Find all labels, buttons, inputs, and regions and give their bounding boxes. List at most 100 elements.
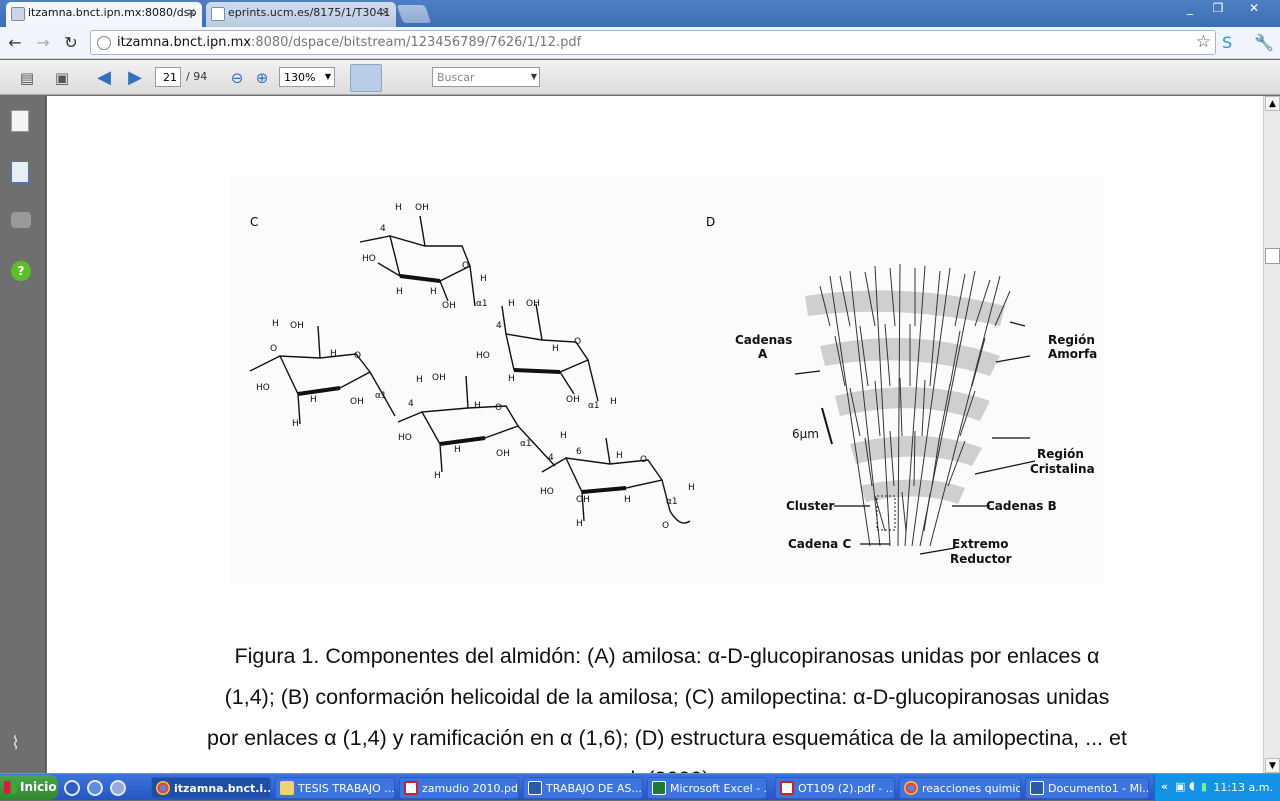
help-icon[interactable]: ? xyxy=(11,261,31,281)
page-number-input[interactable]: 21 xyxy=(155,67,181,87)
save-icon[interactable]: ▣ xyxy=(51,67,73,89)
fit-width-button[interactable] xyxy=(350,64,382,92)
pdf-toolbar: ▤ ▣ ◀ ▶ 21 / 94 ⊖ ⊕ 130% ▼ Buscar ▼ xyxy=(0,60,1280,95)
previous-page-icon[interactable]: ◀ xyxy=(93,67,115,89)
task-label: Documento1 - Mi... xyxy=(1048,782,1149,795)
panel-d-label: D xyxy=(706,215,715,229)
scroll-down-icon[interactable]: ▼ xyxy=(1265,758,1280,773)
taskbar-word-1[interactable]: TRABAJO DE AS... xyxy=(523,777,643,799)
chevron-down-icon: ▼ xyxy=(530,72,537,81)
vertical-scrollbar[interactable]: ▲ ▼ xyxy=(1263,96,1280,773)
taskbar-pdf-2[interactable]: OT109 (2).pdf - ... xyxy=(775,777,895,799)
maximize-button[interactable]: ❐ xyxy=(1204,0,1232,18)
svg-text:H: H xyxy=(395,203,402,213)
taskbar-chrome[interactable]: itzamna.bnct.i... xyxy=(151,777,271,799)
svg-text:α1: α1 xyxy=(476,299,488,309)
svg-text:HO: HO xyxy=(256,383,270,393)
system-tray: « ▣ ◖ ▮ 11:13 a.m. xyxy=(1154,774,1280,801)
svg-text:O: O xyxy=(462,261,469,271)
reload-icon[interactable]: ↻ xyxy=(62,34,80,52)
taskbar-pdf-1[interactable]: zamudio 2010.pd... xyxy=(399,777,519,799)
svg-text:HO: HO xyxy=(540,487,554,497)
svg-text:O: O xyxy=(662,521,669,531)
starch-figure: C 4H OHHOH HOH α1HO OH OHHOHH OHα1OH 4H … xyxy=(249,203,1097,566)
zoom-select[interactable]: 130% ▼ xyxy=(279,67,335,87)
back-icon[interactable]: ← xyxy=(6,34,24,52)
svg-text:H: H xyxy=(310,395,317,405)
print-icon[interactable]: ▤ xyxy=(16,67,38,89)
next-page-icon[interactable]: ▶ xyxy=(124,67,146,89)
tab-eprints[interactable]: eprints.ucm.es/8175/1/T3041 ✕ xyxy=(206,2,396,27)
new-tab-button[interactable] xyxy=(396,5,432,23)
structure-atom-labels: 4H OHHOH HOH α1HO OH OHHOHH OHα1OH 4H OHHOHH OH… xyxy=(256,203,695,531)
taskbar-chrome-2[interactable]: reacciones quimic... xyxy=(899,777,1021,799)
network-icon[interactable]: ▣ xyxy=(1175,780,1185,793)
browser-quick-icon[interactable] xyxy=(87,780,103,796)
svg-text:OH: OH xyxy=(526,299,540,309)
zoom-out-icon[interactable]: ⊖ xyxy=(226,67,248,89)
tab-title: itzamna.bnct.ipn.mx:8080/dsp xyxy=(28,6,197,19)
address-path: :8080/dspace/bitstream/123456789/7626/1/… xyxy=(250,35,582,50)
svg-text:H: H xyxy=(552,344,559,354)
forward-icon[interactable]: → xyxy=(34,34,52,52)
skype-icon[interactable]: S xyxy=(1222,33,1232,52)
fit-page-button[interactable] xyxy=(386,64,418,92)
taskbar-folder[interactable]: TESIS TRABAJO ... xyxy=(275,777,395,799)
svg-text:O: O xyxy=(640,455,647,465)
address-host: itzamna.bnct.ipn.mx xyxy=(117,35,251,50)
svg-text:H: H xyxy=(454,445,461,455)
signal-icon[interactable]: ▮ xyxy=(1201,780,1207,793)
svg-text:HO: HO xyxy=(362,254,376,264)
folder-icon xyxy=(280,781,294,795)
taskbar-excel[interactable]: Microsoft Excel - ... xyxy=(647,777,767,799)
amylopectin-structure xyxy=(249,215,691,524)
search-binoculars-icon[interactable] xyxy=(11,212,31,228)
svg-text:4: 4 xyxy=(408,399,414,409)
svg-text:HO: HO xyxy=(476,351,490,361)
svg-text:H: H xyxy=(430,287,437,297)
label-region-amorfa-2: Amorfa xyxy=(1048,347,1097,361)
tab-strip: itzamna.bnct.ipn.mx:8080/dsp ✕ eprints.u… xyxy=(0,0,1280,27)
globe-icon xyxy=(97,36,111,50)
label-cluster: Cluster xyxy=(786,499,834,513)
page-count: / 94 xyxy=(186,70,208,83)
search-input[interactable]: Buscar ▼ xyxy=(432,67,540,87)
pages-icon[interactable] xyxy=(11,110,29,132)
svg-text:OH: OH xyxy=(415,203,429,213)
scroll-thumb[interactable] xyxy=(1265,248,1280,264)
windows-flag-icon xyxy=(4,781,17,794)
close-tab-icon[interactable]: ✕ xyxy=(187,6,196,19)
svg-text:H: H xyxy=(508,299,515,309)
scroll-up-icon[interactable]: ▲ xyxy=(1265,96,1280,111)
bookmarks-icon[interactable] xyxy=(11,161,29,183)
close-window-button[interactable]: ✕ xyxy=(1232,0,1276,18)
address-bar[interactable]: itzamna.bnct.ipn.mx:8080/dspace/bitstrea… xyxy=(90,30,1216,55)
tray-expand-icon[interactable]: « xyxy=(1161,780,1168,793)
task-label: reacciones quimic... xyxy=(922,782,1021,795)
taskbar-word-2[interactable]: Documento1 - Mi... xyxy=(1025,777,1149,799)
search-placeholder: Buscar xyxy=(437,71,475,84)
word-icon xyxy=(1030,781,1044,795)
svg-text:H: H xyxy=(474,401,481,411)
label-cadenas-a-1: Cadenas xyxy=(735,333,792,347)
attachment-icon[interactable]: ⌇ xyxy=(11,733,33,755)
close-tab-icon[interactable]: ✕ xyxy=(381,6,390,19)
chrome-icon xyxy=(156,781,170,795)
media-player-icon[interactable] xyxy=(64,780,80,796)
tab-itzamna[interactable]: itzamna.bnct.ipn.mx:8080/dsp ✕ xyxy=(6,2,202,27)
zoom-value: 130% xyxy=(284,71,316,84)
svg-text:4: 4 xyxy=(548,453,554,463)
windows-taskbar: Inicio itzamna.bnct.i... TESIS TRABAJO .… xyxy=(0,773,1280,801)
start-button[interactable]: Inicio xyxy=(0,775,58,800)
address-url: itzamna.bnct.ipn.mx:8080/dspace/bitstrea… xyxy=(117,35,581,50)
bookmark-star-icon[interactable]: ☆ xyxy=(1196,32,1211,52)
word-icon xyxy=(528,781,542,795)
wrench-icon[interactable]: 🔧 xyxy=(1254,33,1274,52)
svg-text:H: H xyxy=(616,451,623,461)
volume-icon[interactable]: ◖ xyxy=(1189,779,1195,792)
minimize-button[interactable]: _ xyxy=(1176,0,1204,18)
messenger-icon[interactable] xyxy=(110,780,126,796)
label-region-cristalina-2: Cristalina xyxy=(1030,462,1095,476)
zoom-in-icon[interactable]: ⊕ xyxy=(251,67,273,89)
figure-image: C 4 H OH HO H H OH α1 H O O H OH HO H H OH α xyxy=(230,176,1104,584)
